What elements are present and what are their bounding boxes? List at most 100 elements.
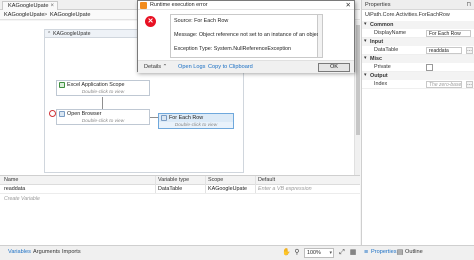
details-toggle[interactable]: Details ⌃ (144, 61, 167, 74)
property-row-displayname: DisplayName For Each Row (362, 29, 474, 38)
collapse-icon[interactable]: ▾ (364, 72, 366, 80)
zoom-select[interactable]: 100% ▾ (304, 248, 334, 258)
property-label: Index (374, 81, 388, 87)
activity-title: Open Browser (67, 111, 102, 117)
property-label: DataTable (374, 47, 399, 53)
overview-map-icon[interactable]: ▦ (349, 249, 357, 257)
private-checkbox[interactable] (426, 64, 433, 71)
error-message-box[interactable]: Source: For Each Row Message: Object ref… (170, 14, 322, 58)
tab-variables[interactable]: Variables (8, 246, 31, 259)
error-icon: ✕ (145, 16, 156, 27)
zoom-value: 100% (307, 250, 321, 256)
category-label: Common (370, 22, 394, 28)
activity-type-name: UiPath.Core.Activities.ForEachRow (365, 12, 450, 18)
properties-icon: ≡ (363, 249, 369, 256)
activity-for-each-row[interactable]: For Each Row Double-click to view (158, 113, 234, 129)
chevron-up-icon[interactable]: ⌃ (47, 30, 51, 38)
property-row-index: Index The zero-based … (362, 80, 474, 89)
activity-hint: Double-click to view (81, 119, 125, 124)
variable-name[interactable]: readdata (4, 185, 25, 194)
category-label: Output (370, 73, 388, 79)
error-message: Message: Object reference not set to an … (174, 32, 323, 38)
flow-connector (150, 117, 158, 118)
activity-header: Excel Application Scope (57, 81, 149, 89)
document-tab-label: KAGoogleUpate (8, 3, 49, 9)
property-category-input[interactable]: ▾ Input (362, 38, 474, 46)
property-label: DisplayName (374, 30, 407, 36)
search-icon[interactable]: ⚲ (293, 249, 301, 257)
properties-title-bar: Properties ⊓ (362, 0, 474, 10)
property-category-output[interactable]: ▾ Output (362, 72, 474, 80)
variable-default-input[interactable]: Enter a VB expression (258, 185, 312, 194)
variables-header-row: Name Variable type Scope Default (0, 176, 360, 185)
collapse-icon[interactable]: ▾ (364, 55, 366, 63)
properties-title: Properties (365, 2, 391, 8)
column-header-default[interactable]: Default (258, 176, 275, 185)
displayname-field[interactable]: For Each Row (426, 30, 471, 37)
runtime-error-dialog: Runtime execution error ✕ ✕ Source: For … (137, 0, 355, 74)
uipath-icon (140, 2, 147, 9)
tab-arguments[interactable]: Arguments (33, 246, 60, 259)
activity-header: For Each Row (159, 114, 233, 122)
property-row-datatable: DataTable readdata … (362, 46, 474, 55)
variable-scope[interactable]: KAGoogleUpate (208, 185, 247, 194)
pin-icon[interactable]: ⊓ (466, 0, 471, 10)
fit-to-screen-icon[interactable]: ⤢ (338, 249, 346, 257)
open-logs-link[interactable]: Open Logs (178, 61, 205, 74)
index-field[interactable]: The zero-based (426, 81, 462, 88)
category-label: Input (370, 39, 384, 45)
datatable-field[interactable]: readdata (426, 47, 462, 54)
browser-icon (59, 111, 65, 117)
expression-editor-button[interactable]: … (466, 47, 473, 54)
variable-type[interactable]: DataTable (158, 185, 182, 194)
document-tab[interactable]: KAGoogleUpate × (2, 1, 58, 10)
message-scrollbar[interactable] (318, 14, 323, 58)
loop-icon (161, 115, 167, 121)
tab-properties[interactable]: Properties (371, 246, 397, 259)
property-category-misc[interactable]: ▾ Misc (362, 55, 474, 63)
collapse-icon[interactable]: ▾ (364, 38, 366, 46)
breadcrumb-item-current[interactable]: KAGoogleUpate (50, 10, 90, 20)
column-header-scope[interactable]: Scope (208, 176, 223, 185)
activity-title: Excel Application Scope (67, 82, 125, 88)
activity-open-browser[interactable]: Open Browser Double-click to view (56, 109, 150, 125)
close-icon[interactable]: ✕ (346, 1, 351, 10)
activity-hint: Double-click to view (174, 123, 218, 128)
properties-panel: Properties ⊓ UiPath.Core.Activities.ForE… (361, 0, 474, 245)
flow-connector (102, 97, 103, 109)
uipath-studio-window: KAGoogleUpate × KAGoogleUpate > KAGoogle… (0, 0, 474, 260)
excel-icon (59, 82, 65, 88)
error-exception-type: Exception Type: System.NullReferenceExce… (174, 46, 292, 52)
collapse-icon[interactable]: ▾ (364, 21, 366, 29)
breadcrumb-separator: > (44, 12, 48, 18)
create-variable-link[interactable]: Create Variable (4, 195, 40, 203)
error-source: Source: For Each Row (174, 18, 229, 24)
copy-to-clipboard-link[interactable]: Copy to Clipboard (208, 61, 253, 74)
pan-hand-icon[interactable]: ✋ (282, 249, 291, 257)
sequence-title: KAGoogleUpate (53, 31, 91, 37)
variables-panel: Name Variable type Scope Default readdat… (0, 175, 360, 245)
column-header-name[interactable]: Name (4, 176, 18, 185)
property-category-common[interactable]: ▾ Common (362, 21, 474, 29)
status-bar: Variables Arguments Imports ✋ ⚲ 100% ▾ ⤢… (0, 245, 474, 260)
dialog-title: Runtime execution error (150, 2, 208, 8)
ok-button[interactable]: OK (318, 63, 350, 72)
error-marker-icon (49, 110, 56, 117)
activity-hint: Double-click to view (81, 90, 125, 95)
outline-icon: ▤ (396, 249, 404, 256)
breadcrumb-item-root[interactable]: KAGoogleUpate (4, 10, 44, 20)
property-label: Private (374, 64, 391, 70)
activity-excel-application-scope[interactable]: Excel Application Scope Double-click to … (56, 80, 150, 96)
column-header-variable-type[interactable]: Variable type (158, 176, 189, 185)
scrollbar-thumb[interactable] (356, 25, 360, 135)
table-row[interactable]: readdata DataTable KAGoogleUpate Enter a… (0, 185, 360, 194)
property-row-private: Private (362, 63, 474, 72)
close-icon[interactable]: × (50, 2, 54, 10)
activity-title: For Each Row (169, 115, 204, 121)
tab-outline[interactable]: Outline (405, 246, 423, 259)
chevron-down-icon: ▾ (329, 250, 332, 256)
tab-imports[interactable]: Imports (62, 246, 81, 259)
expression-editor-button[interactable]: … (466, 81, 473, 88)
dialog-title-bar: Runtime execution error ✕ (138, 1, 354, 10)
activity-header: Open Browser (57, 110, 149, 118)
